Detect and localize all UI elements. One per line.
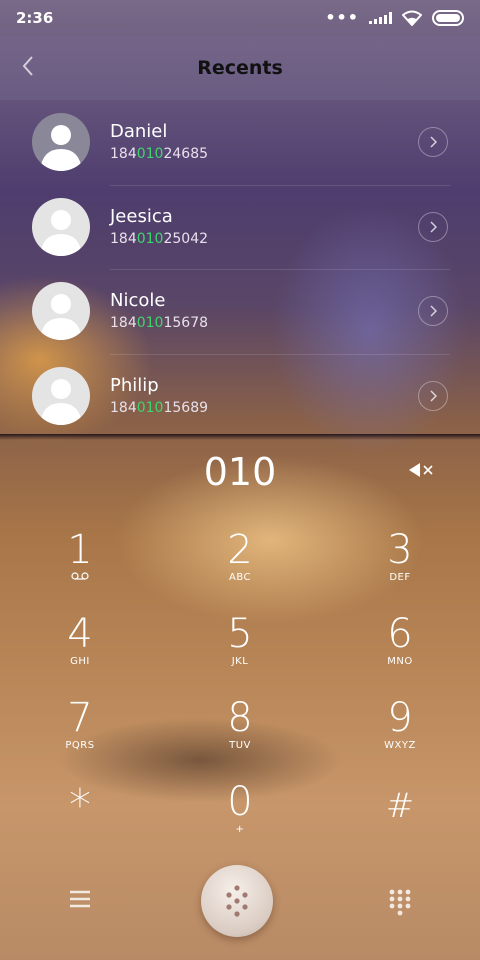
key-digit: 3 [387,527,413,573]
contact-detail-button[interactable] [418,127,448,157]
recent-call-row[interactable]: Philip 18401015689 [0,353,480,439]
key-letters: MNO [387,656,413,667]
contact-name: Daniel [110,121,168,143]
key-1[interactable]: 1 [0,528,160,612]
signal-icon [369,12,392,24]
chevron-right-icon [430,220,437,233]
recents-list: Daniel 18401024685 Jeesica 18401025042 N… [0,100,480,436]
key-9[interactable]: 9 WXYZ [320,696,480,780]
key-5[interactable]: 5 JKL [160,612,320,696]
person-icon [40,125,82,172]
recent-call-row[interactable]: Nicole 18401015678 [0,269,480,354]
status-time: 2:36 [16,9,54,27]
recent-call-row[interactable]: Jeesica 18401025042 [0,184,480,270]
number-match: 010 [136,399,164,416]
key-4[interactable]: 4 GHI [0,612,160,696]
chevron-right-icon [430,305,437,317]
avatar [32,366,90,425]
number-suffix: 15689 [163,399,209,416]
key-letters: JKL [231,656,249,667]
key-digit: 1 [67,527,93,573]
key-digit: 0 [227,779,253,825]
avatar [32,113,90,172]
delete-button[interactable] [402,458,442,482]
contact-name: Jeesica [110,205,173,227]
chevron-right-icon [430,136,437,148]
key-2[interactable]: 2 ABC [160,528,320,612]
contact-number: 18401025042 [110,229,208,249]
menu-button[interactable] [68,888,92,910]
key-6[interactable]: 6 MNO [320,612,480,696]
list-divider [0,434,480,440]
contact-number: 18401015678 [110,313,208,333]
contact-info: Nicole 18401015678 [110,289,208,333]
backspace-icon [409,463,433,477]
contact-info: Philip 18401015689 [110,374,208,418]
contact-number: 18401024685 [110,144,208,164]
number-prefix: 184 [110,399,137,416]
key-letters: TUV [229,740,251,751]
key-letters: PQRS [65,740,95,751]
menu-icon [70,890,90,908]
contact-detail-button[interactable] [418,211,448,242]
key-digit: # [385,786,415,826]
back-button[interactable] [16,52,40,80]
key-letters: + [235,824,245,835]
number-prefix: 184 [110,146,137,163]
key-letters: WXYZ [384,740,416,751]
avatar [32,197,90,256]
wifi-icon [402,10,422,26]
chevron-left-icon [22,56,33,76]
chevron-right-icon [430,389,437,402]
number-suffix: 25042 [163,230,209,247]
contact-number: 18401015689 [110,398,208,418]
key-digit: * [69,780,91,831]
header-bar: Recents [0,36,480,100]
dialpad: 1 2 ABC 3 DEF 4 GHI 5 JKL 6 MNO 7 PQRS 8… [0,528,480,864]
number-match: 010 [136,146,164,163]
voicemail-icon [71,572,89,580]
contact-detail-button[interactable] [418,380,448,411]
dialpad-icon [226,885,248,917]
recent-call-row[interactable]: Daniel 18401024685 [0,100,480,185]
key-letters: DEF [389,572,411,583]
person-icon [40,378,82,425]
key-digit: 5 [227,611,253,657]
number-suffix: 15678 [163,315,209,332]
key-3[interactable]: 3 DEF [320,528,480,612]
number-match: 010 [136,230,164,247]
person-icon [40,294,82,341]
key-digit: 9 [387,695,413,741]
dialpad-toggle-button[interactable] [201,865,273,937]
t9-keypad-icon [389,889,411,916]
number-match: 010 [136,315,164,332]
number-prefix: 184 [110,315,137,332]
key-letters: ABC [228,572,251,583]
page-title: Recents [197,57,283,79]
dialed-number: 010 [203,450,277,494]
contact-info: Jeesica 18401025042 [110,205,208,249]
key-digit: 4 [67,611,93,657]
key-digit: 2 [227,527,253,573]
contact-name: Philip [110,374,159,396]
contact-detail-button[interactable] [418,296,448,326]
contact-name: Nicole [110,290,166,312]
dots-icon: ••• [325,8,359,27]
key-letters: GHI [70,656,90,667]
status-bar: 2:36 ••• [0,0,480,36]
contact-info: Daniel 18401024685 [110,120,208,164]
status-icons: ••• [325,10,464,26]
person-icon [40,209,82,256]
key-digit: 7 [67,695,93,741]
key-8[interactable]: 8 TUV [160,696,320,780]
bottom-bar [0,850,480,950]
avatar [32,282,90,341]
key-digit: 6 [387,611,413,657]
number-prefix: 184 [110,230,137,247]
key-digit: 8 [227,695,253,741]
t9-keypad-button[interactable] [388,888,412,916]
number-suffix: 24685 [163,146,209,163]
battery-icon [432,10,464,26]
key-7[interactable]: 7 PQRS [0,696,160,780]
